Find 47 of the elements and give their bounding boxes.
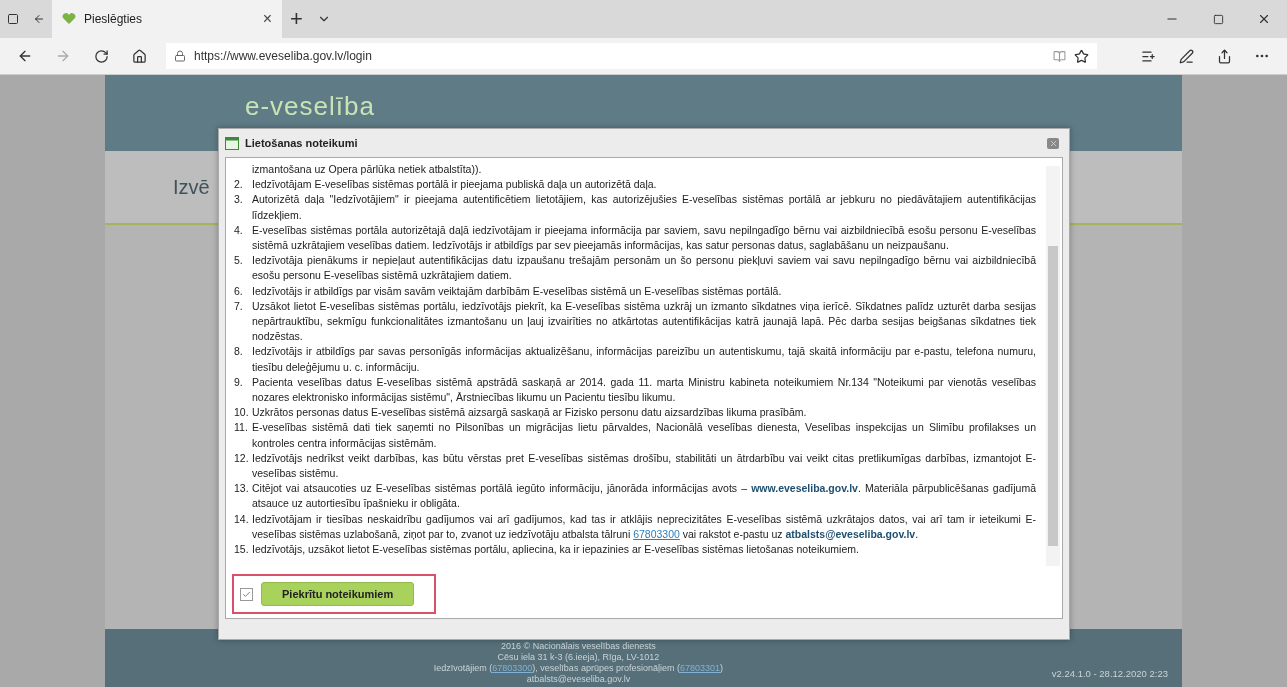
terms-paragraph: izmantošana uz Opera pārlūka netiek atbalstīta)).: [252, 162, 483, 177]
terms-paragraph: Iedzīvotājam E-veselības sistēmas portālā ir pieejama publiskā daļa un autorizētā daļa.: [252, 177, 658, 193]
item-number: 4.: [234, 222, 244, 238]
item-number: 12.: [234, 450, 250, 466]
item-number: 8.: [234, 344, 244, 360]
page-heading: Izvē: [173, 175, 210, 199]
terms-paragraph: E-veselības sistēmā dati tiek saņemti no Pilsonības un migrācijas lietu pārvaldes, Nacionālā veselības dienesta, Veselības inspekcijas un Slimību profilakses un kontroles centra informācijas sistēmām.: [252, 420, 1036, 451]
dialog-title: Lietošanas noteikumi: [245, 137, 359, 149]
terms-paragraph: Uzkrātos personas datus E-veselības sistēmā aizsargā saskaņā ar Fizisko personu datu aizsardzības likuma prasībām.: [252, 405, 808, 421]
web-link[interactable]: atbalsts@eveseliba.gov.lv: [785, 527, 916, 540]
terms-paragraph: Iedzīvotājs nedrīkst veikt darbības, kas būtu vērstas pret E-veselības sistēmas drošību, stabilitāti un ātrdarbību vai veikt citas pretlikumīgas darbības, izmantojot E-veselības sistēmu.: [252, 450, 1036, 482]
terms-paragraph: Uzsākot lietot E-veselības sistēmas portālu, iedzīvotājs piekrīt, ka E-veselības sistēma uzkrāj un izmanto sīkdatnes viņa ierīcē. Sīkdatnes palīdz uzturēt darba sesijas nepārtrauktību, sekmīgu funkcionalitātes izmantošanu un ļauj izvairīties no atkārtotas autentifikācijas katrā jaunajā lapā. Pēc darba sesijas beigšanas sīkdatnes tiek nodzēstas.: [252, 298, 1036, 345]
item-number: 11.: [234, 420, 249, 436]
logo-text: e-veselība: [245, 91, 375, 121]
item-number: 3.: [234, 192, 244, 208]
new-tab-button[interactable]: +: [282, 0, 311, 38]
item-number: 7.: [234, 298, 244, 314]
address-field[interactable]: https://www.eveseliba.gov.lv/login: [166, 43, 1097, 69]
agree-button[interactable]: Piekrītu noteikumiem: [261, 582, 415, 606]
terms-paragraph: Pacienta veselības datus E-veselības sistēmā apstrādā saskaņā ar 2014. gada 11. marta Ministru kabineta noteikumiem Nr.134 "Noteikumi par vienotās veselības nozares elektronisko informācijas sistēmu", Ārstniecības likumu un Pacientu tiesību likumu.: [252, 374, 1036, 406]
terms-paragraph: Autorizētā daļa "Iedzīvotājiem" ir pieejama autentificētiem lietotājiem, kas autorizējušies E-veselības sistēmas portālā ar jebkuru no piedāvātajiem autentifikācijas līdzekļiem.: [252, 192, 1036, 223]
terms-paragraph: Iedzīvotājs, uzsākot lietot E-veselības sistēmas portālu, apliecina, ka ir iepazinies ar E-veselības sistēmas lietošanas noteikumiem.: [252, 542, 860, 558]
footer-text: atbalsts@eveseliba.gov.lv: [526, 674, 631, 685]
item-number: 10.: [234, 405, 250, 421]
terms-paragraph: Citējot vai atsaucoties uz E-veselības sistēmas portālā iegūto informāciju, jānorāda informācijas avots – www.eveseliba.gov.lv. Materiāla pārpublicēšanas gadījumā atsauce uz autortiesību īpašnieku ir obligāta.: [252, 481, 1036, 512]
browser-tab[interactable]: Pieslēgties ×: [52, 0, 282, 38]
item-number: 13.: [234, 481, 250, 497]
tab-close[interactable]: ×: [262, 10, 272, 28]
url-text: https://www.eveseliba.gov.lv/login: [194, 49, 372, 63]
item-number: 9.: [234, 374, 244, 390]
terms-paragraph: Iedzīvotāja pienākums ir nepieļaut autentifikācijas datu izpaušanu trešajām personām un šo personu piekļuvi saviem vai savu nepilngadīgo bērnu vai aizbildniecībā esošu personu E-veselības sistēmā uzkrātajiem datiem.: [252, 253, 1036, 284]
footer-text: Cēsu iela 31 k-3 (6.ieeja), Rīga, LV-1012: [497, 652, 660, 663]
item-number: 2.: [234, 177, 244, 193]
terms-paragraph: Iedzīvotājs ir atbildīgs par visām savām veiktajām darbībām E-veselības sistēmā un E-veselības sistēmas portālā.: [252, 283, 783, 299]
terms-paragraph: E-veselības sistēmas portāla autorizētajā daļā iedzīvotājam ir pieejama informācija par saviem, savu nepilngadīgo bērnu vai aizbildniecībā esošu personu E-veselības sistēmā uzkrātajiem veselības datiem. Iedzīvotājs ir atbildīgs par sev pieejamās informācijas, kas satur personas datus, saglabāšanu un neizpaušanu.: [252, 222, 1036, 253]
footer-text: Iedzīvotājiem (67803300), veselības aprūpes profesionāļiem (67803301): [433, 663, 723, 674]
tab-title: Pieslēgties: [84, 12, 144, 26]
terms-paragraph: Iedzīvotājs ir atbildīgs par savas personīgās informācijas aktualizēšanu, informācijas pareizību un autentiskumu, tajā skaitā informāciju par e-pastu, telefona numuru, tiesību deleģējumu u. c. informāciju.: [252, 344, 1036, 375]
footer-text: 2016 © Nacionālais veselības dienests: [501, 641, 656, 652]
item-number: 15.: [234, 542, 250, 558]
item-number: 6.: [234, 283, 244, 299]
phone-link[interactable]: 67803300: [633, 527, 680, 540]
item-number: 14.: [234, 511, 250, 527]
terms-paragraph: Iedzīvotājam ir tiesības neskaidrību gadījumos vai arī gadījumos, kad tas ir atklājis neprecizitātes E-veselības sistēmā uzkrātajos datos, vai arī tam ir ieteikumi E-veselības sistēmas uzlabošanā, ziņot par to, zvanot uz iedzīvotāju atbalsta tālruni 67803300 vai rakstot e-pastu uz atbalsts@eveseliba.gov.lv.: [252, 511, 1036, 542]
version-text: v2.24.1.0 - 28.12.2020 2:23: [1051, 668, 1168, 679]
web-link[interactable]: www.eveseliba.gov.lv: [751, 482, 858, 495]
item-number: 5.: [234, 253, 244, 269]
